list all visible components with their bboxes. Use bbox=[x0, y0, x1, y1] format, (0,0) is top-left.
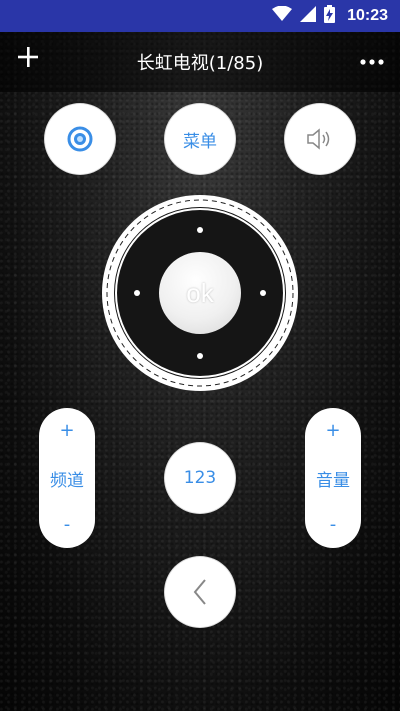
mute-button[interactable] bbox=[288, 107, 352, 171]
dpad-right-button[interactable] bbox=[242, 263, 292, 323]
ok-button-label: ok bbox=[186, 277, 214, 308]
down-indicator-dot bbox=[197, 353, 203, 359]
menu-button-label: 菜单 bbox=[183, 131, 217, 152]
chevron-left-icon bbox=[193, 579, 206, 605]
dpad-up-button[interactable] bbox=[170, 201, 230, 251]
title-bar: 长虹电视(1/85) bbox=[0, 32, 400, 92]
add-device-button[interactable] bbox=[14, 46, 42, 74]
left-indicator-dot bbox=[134, 290, 140, 296]
page-title: 长虹电视(1/85) bbox=[136, 53, 264, 74]
channel-down-button[interactable]: - bbox=[64, 516, 71, 534]
volume-label: 音量 bbox=[316, 470, 350, 491]
dpad-left-button[interactable] bbox=[108, 263, 158, 323]
right-indicator-dot bbox=[260, 290, 266, 296]
dpad-down-button[interactable] bbox=[170, 335, 230, 385]
direction-pad: ok bbox=[100, 193, 300, 393]
plus-icon bbox=[18, 47, 38, 67]
power-button[interactable] bbox=[48, 107, 112, 171]
more-options-button[interactable] bbox=[358, 50, 386, 74]
channel-up-button[interactable]: + bbox=[59, 422, 74, 440]
battery-icon bbox=[324, 5, 336, 27]
speaker-icon bbox=[307, 128, 330, 150]
wifi-icon bbox=[272, 5, 293, 26]
menu-button[interactable]: 菜单 bbox=[168, 107, 232, 171]
back-button[interactable] bbox=[168, 560, 232, 624]
number-keypad-button[interactable]: 123 bbox=[168, 446, 232, 510]
volume-up-button[interactable]: + bbox=[325, 422, 340, 440]
volume-control: + 音量 - bbox=[305, 408, 361, 548]
status-bar: 10:23 bbox=[0, 0, 400, 32]
up-indicator-dot bbox=[197, 227, 203, 233]
ok-button[interactable]: ok bbox=[159, 252, 241, 334]
power-icon bbox=[67, 126, 93, 152]
signal-icon bbox=[300, 6, 317, 26]
clock-time: 10:23 bbox=[347, 7, 388, 24]
more-dots-icon bbox=[360, 59, 384, 65]
number-keypad-label: 123 bbox=[183, 468, 217, 488]
channel-control: + 频道 - bbox=[39, 408, 95, 548]
channel-label: 频道 bbox=[50, 470, 84, 491]
volume-down-button[interactable]: - bbox=[330, 516, 337, 534]
